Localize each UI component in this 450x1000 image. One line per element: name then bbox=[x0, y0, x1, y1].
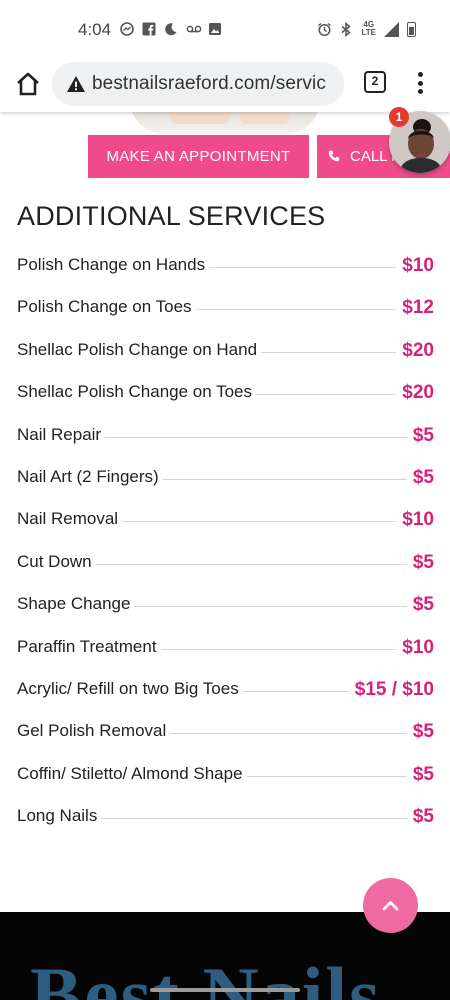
messenger-icon bbox=[120, 22, 134, 36]
service-price: $12 bbox=[402, 297, 434, 319]
image-icon bbox=[208, 22, 222, 36]
home-icon bbox=[17, 72, 39, 96]
leader-line bbox=[195, 309, 397, 311]
service-name: Polish Change on Hands bbox=[17, 255, 206, 274]
service-price: $5 bbox=[412, 551, 434, 573]
leader-line bbox=[105, 436, 407, 438]
service-price: $15 / $10 bbox=[354, 678, 434, 700]
service-name: Shellac Polish Change on Toes bbox=[17, 382, 253, 402]
system-icons: 4G LTE bbox=[317, 20, 416, 38]
network-type: 4G LTE bbox=[361, 20, 376, 37]
make-appointment-button[interactable]: MAKE AN APPOINTMENT bbox=[88, 135, 309, 178]
browser-toolbar: bestnailsraeford.com/servic 2 bbox=[0, 60, 450, 112]
url-text[interactable]: bestnailsraeford.com/servic bbox=[92, 73, 326, 95]
list-item: Shellac Polish Change on Hand $20 bbox=[17, 329, 434, 371]
leader-line bbox=[246, 775, 407, 777]
service-price: $10 bbox=[402, 255, 434, 276]
service-price: $20 bbox=[402, 339, 434, 361]
service-name: Coffin/ Stiletto/ Almond Shape bbox=[17, 763, 243, 783]
list-item: Polish Change on Toes $12 bbox=[17, 286, 434, 328]
unread-badge: 1 bbox=[389, 107, 409, 127]
list-item: Coffin/ Stiletto/ Almond Shape $5 bbox=[17, 753, 434, 795]
status-time: 4:04 bbox=[78, 20, 112, 39]
service-name: Shape Change bbox=[17, 594, 131, 614]
not-secure-warning-icon[interactable] bbox=[66, 74, 86, 94]
service-price: $5 bbox=[412, 594, 434, 616]
service-name: Acrylic/ Refill on two Big Toes bbox=[17, 678, 239, 698]
leader-line bbox=[134, 606, 407, 608]
menu-dot bbox=[417, 89, 423, 94]
chat-head[interactable]: 1 bbox=[389, 107, 450, 175]
home-button[interactable] bbox=[14, 70, 42, 98]
service-name: Long Nails bbox=[17, 806, 98, 826]
list-item: Shellac Polish Change on Toes $20 bbox=[17, 371, 434, 413]
leader-line bbox=[170, 733, 407, 735]
leader-line bbox=[242, 690, 349, 692]
service-name: Gel Polish Removal bbox=[17, 721, 167, 741]
hero-image-detail bbox=[240, 110, 290, 124]
list-item: Gel Polish Removal $5 bbox=[17, 710, 434, 752]
chevron-up-icon bbox=[382, 901, 399, 911]
service-price: $10 bbox=[402, 636, 434, 658]
service-price: $10 bbox=[402, 509, 434, 531]
address-bar[interactable]: bestnailsraeford.com/servic bbox=[52, 62, 344, 106]
service-price: $5 bbox=[412, 721, 434, 743]
moon-icon bbox=[164, 22, 178, 36]
section-title: ADDITIONAL SERVICES bbox=[17, 201, 326, 231]
service-price: $5 bbox=[412, 763, 434, 785]
leader-line bbox=[160, 648, 397, 650]
service-name: Polish Change on Toes bbox=[17, 297, 192, 317]
list-item: Acrylic/ Refill on two Big Toes $15 / $10 bbox=[17, 668, 434, 710]
service-name: Nail Repair bbox=[17, 424, 102, 444]
service-name: Nail Art (2 Fingers) bbox=[17, 466, 159, 486]
leader-line bbox=[209, 267, 397, 268]
status-bar: 4:04 4G LTE bbox=[0, 0, 450, 60]
list-item: Paraffin Treatment $10 bbox=[17, 626, 434, 668]
service-price: $5 bbox=[412, 806, 434, 828]
gesture-navigation-bar[interactable] bbox=[150, 988, 300, 992]
service-price: $5 bbox=[412, 424, 434, 446]
overflow-menu-button[interactable] bbox=[408, 69, 432, 97]
list-item: Shape Change $5 bbox=[17, 583, 434, 625]
menu-dot bbox=[417, 80, 423, 86]
service-name: Nail Removal bbox=[17, 509, 119, 529]
leader-line bbox=[256, 394, 397, 396]
service-price: $5 bbox=[412, 466, 434, 488]
leader-line bbox=[162, 478, 407, 480]
menu-dot bbox=[417, 72, 423, 77]
voicemail-icon bbox=[186, 22, 202, 36]
service-name: Paraffin Treatment bbox=[17, 636, 157, 656]
leader-line bbox=[261, 351, 397, 353]
battery-icon bbox=[407, 21, 416, 37]
leader-line bbox=[122, 521, 397, 523]
list-item: Nail Repair $5 bbox=[17, 414, 434, 456]
list-item: Nail Removal $10 bbox=[17, 498, 434, 540]
bluetooth-icon bbox=[339, 21, 353, 38]
list-item: Long Nails $5 bbox=[17, 795, 434, 837]
leader-line bbox=[101, 818, 407, 820]
list-item: Polish Change on Hands $10 bbox=[17, 244, 434, 286]
services-list: Polish Change on Hands $10 Polish Change o… bbox=[17, 244, 434, 837]
leader-line bbox=[95, 563, 407, 565]
service-name: Cut Down bbox=[17, 551, 92, 571]
service-price: $20 bbox=[402, 382, 434, 404]
signal-icon bbox=[384, 21, 399, 37]
list-item: Nail Art (2 Fingers) $5 bbox=[17, 456, 434, 498]
alarm-icon bbox=[317, 22, 332, 37]
scroll-to-top-button[interactable] bbox=[363, 878, 418, 933]
footer-logo: Best Nails bbox=[30, 951, 382, 1000]
phone-icon bbox=[328, 150, 340, 162]
notification-icons bbox=[120, 22, 222, 36]
tab-switcher-button[interactable]: 2 bbox=[364, 71, 386, 93]
facebook-icon bbox=[142, 22, 156, 36]
list-item: Cut Down $5 bbox=[17, 541, 434, 583]
service-name: Shellac Polish Change on Hand bbox=[17, 339, 258, 359]
